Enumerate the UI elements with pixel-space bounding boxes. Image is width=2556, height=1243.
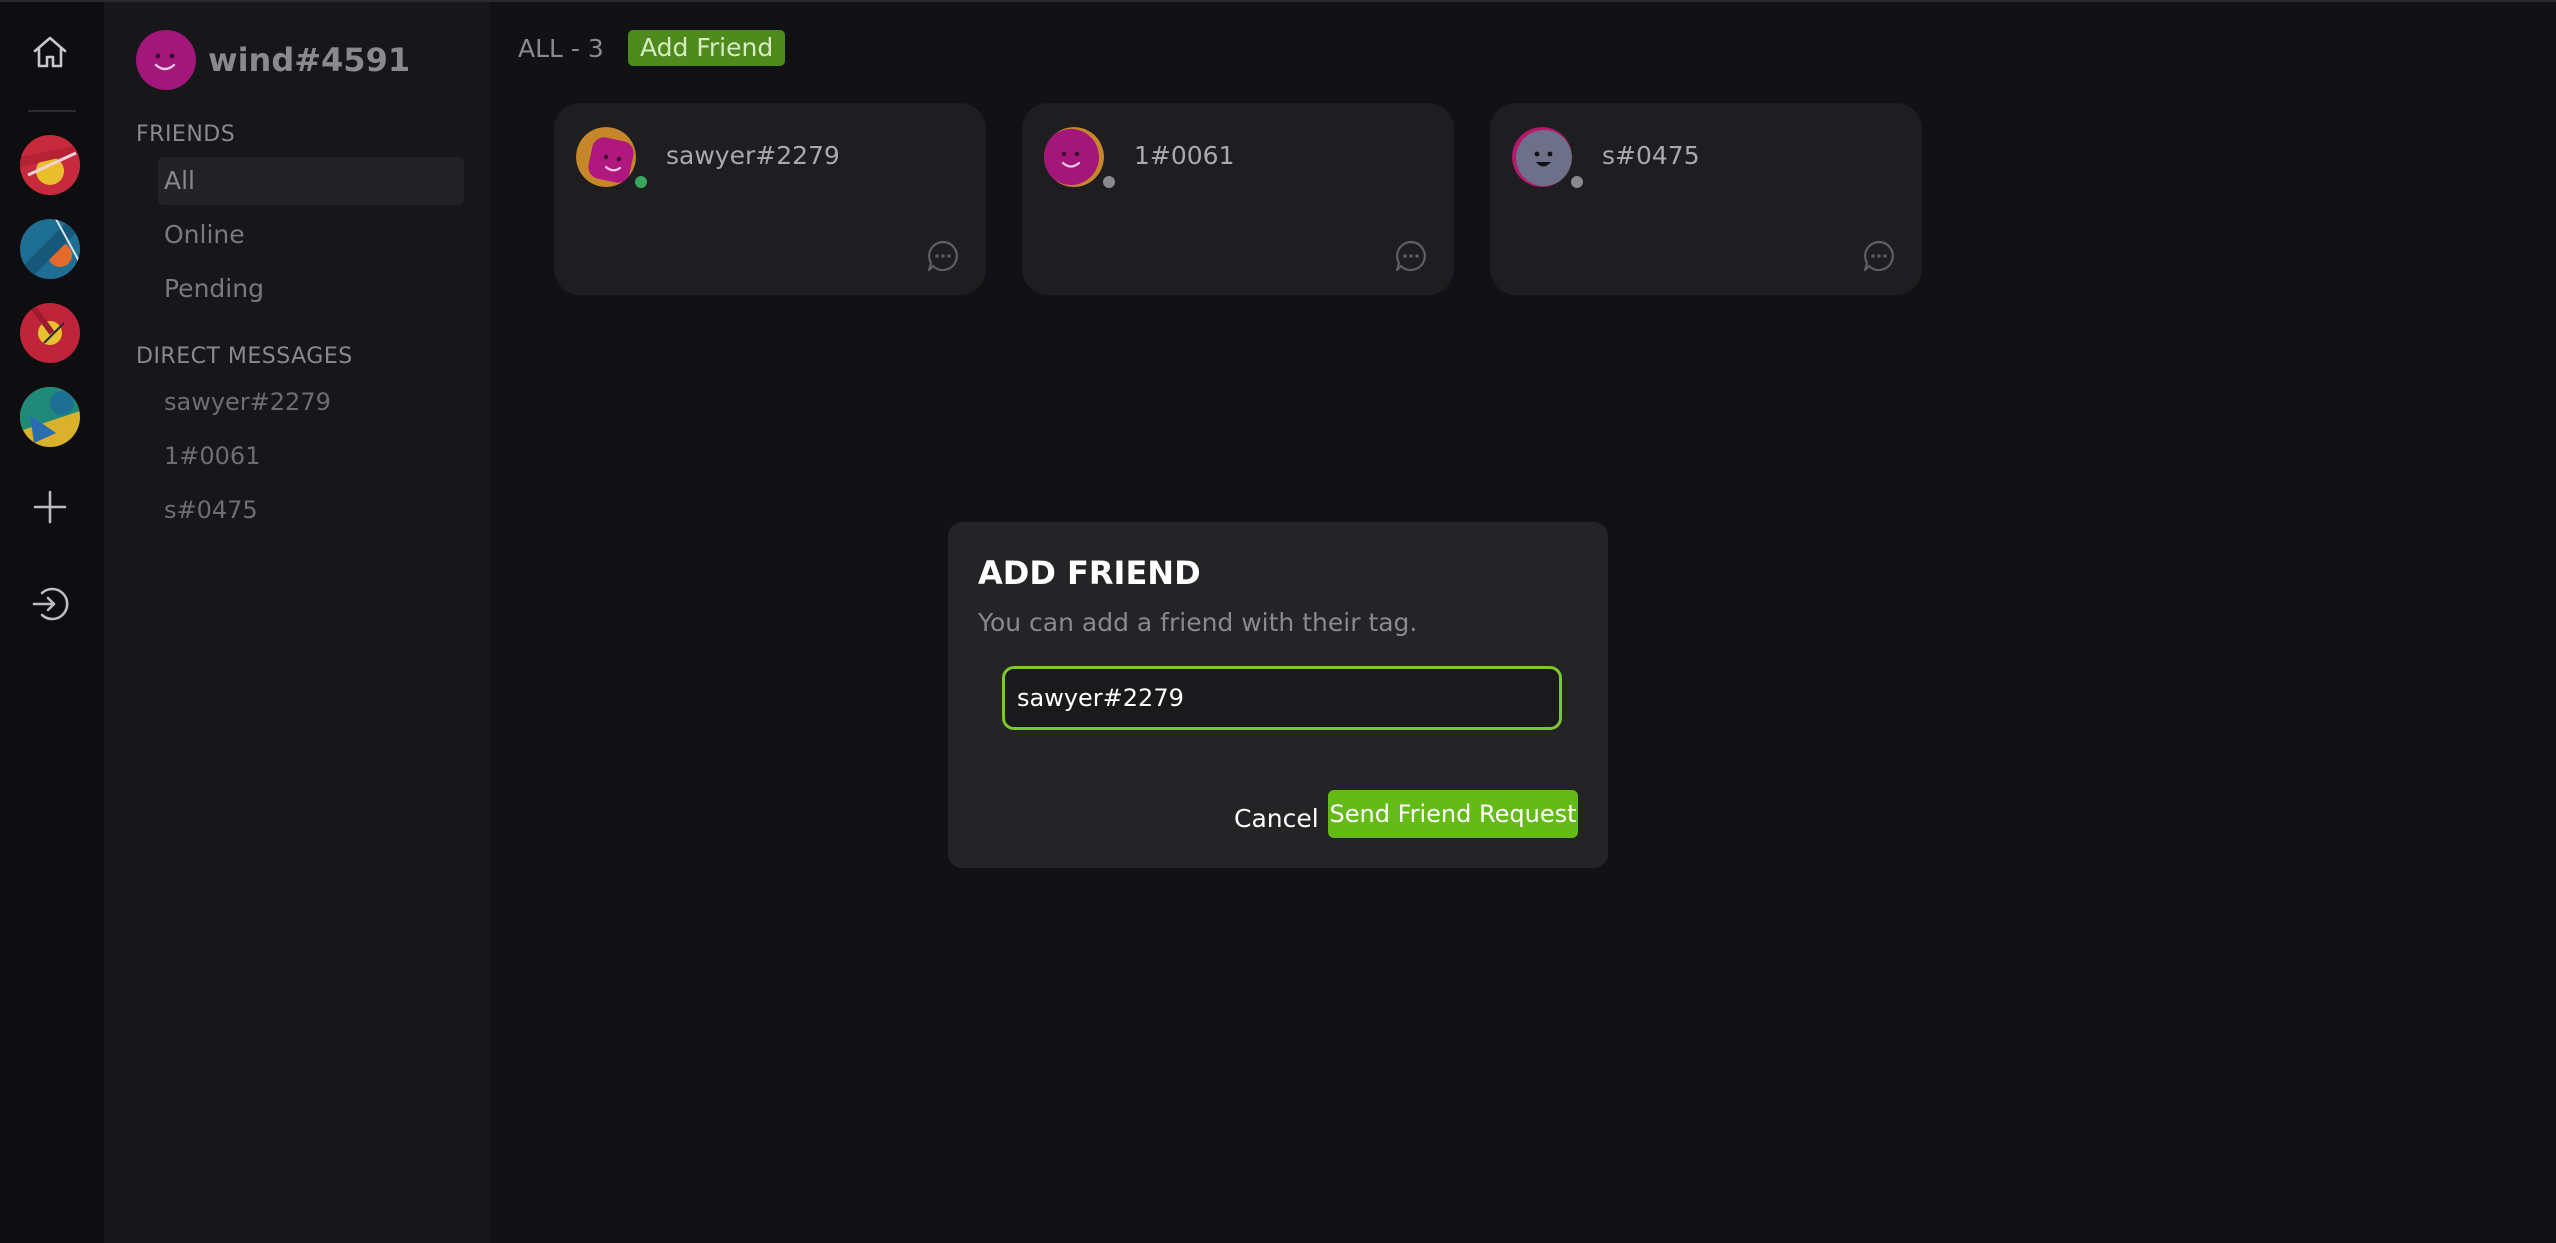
friend-name: sawyer#2279 <box>666 141 840 170</box>
friend-card[interactable]: 1#0061 <box>1022 103 1454 295</box>
dm-item-s[interactable]: s#0475 <box>164 496 258 524</box>
add-friend-modal: ADD FRIEND You can add a friend with the… <box>948 522 1608 868</box>
friends-heading: FRIENDS <box>136 122 236 147</box>
friend-name: 1#0061 <box>1134 141 1235 170</box>
friends-count: ALL - 3 <box>518 34 604 63</box>
avatar <box>576 127 636 187</box>
message-icon[interactable] <box>926 239 960 273</box>
direct-messages-heading: DIRECT MESSAGES <box>136 344 353 369</box>
friend-card[interactable]: sawyer#2279 <box>554 103 986 295</box>
dm-item-1[interactable]: 1#0061 <box>164 442 260 470</box>
status-indicator <box>1568 173 1586 191</box>
friend-tag-input[interactable] <box>1002 666 1562 730</box>
avatar <box>136 30 196 90</box>
add-friend-tab[interactable]: Add Friend <box>628 30 786 66</box>
server-icon-1[interactable] <box>20 135 80 195</box>
server-icon-3[interactable] <box>20 303 80 363</box>
friend-card[interactable]: s#0475 <box>1490 103 1922 295</box>
status-indicator <box>632 173 650 191</box>
sidebar-item-pending[interactable]: Pending <box>158 265 464 313</box>
home-button[interactable] <box>20 22 80 82</box>
plus-icon <box>33 490 67 524</box>
message-icon[interactable] <box>1394 239 1428 273</box>
modal-title: ADD FRIEND <box>978 554 1201 592</box>
cancel-button[interactable]: Cancel <box>1230 796 1323 842</box>
friends-sidebar: wind#4591 FRIENDS All Online Pending DIR… <box>104 2 490 1243</box>
sidebar-item-online[interactable]: Online <box>158 211 464 259</box>
sidebar-item-all[interactable]: All <box>158 157 464 205</box>
current-user[interactable]: wind#4591 <box>136 30 410 90</box>
server-rail <box>0 2 104 1243</box>
home-icon <box>33 36 67 68</box>
dm-item-sawyer[interactable]: sawyer#2279 <box>164 388 331 416</box>
server-icon-4[interactable] <box>20 387 80 447</box>
server-icon-2[interactable] <box>20 219 80 279</box>
logout-button[interactable] <box>20 574 80 634</box>
avatar <box>1044 127 1104 187</box>
current-username: wind#4591 <box>208 41 411 79</box>
avatar <box>1512 127 1572 187</box>
rail-separator <box>28 110 76 112</box>
message-icon[interactable] <box>1862 239 1896 273</box>
friend-name: s#0475 <box>1602 141 1700 170</box>
add-server-button[interactable] <box>20 477 80 537</box>
status-indicator <box>1100 173 1118 191</box>
modal-subtitle: You can add a friend with their tag. <box>978 608 1418 637</box>
logout-icon <box>32 587 69 621</box>
send-friend-request-button[interactable]: Send Friend Request <box>1328 790 1578 838</box>
